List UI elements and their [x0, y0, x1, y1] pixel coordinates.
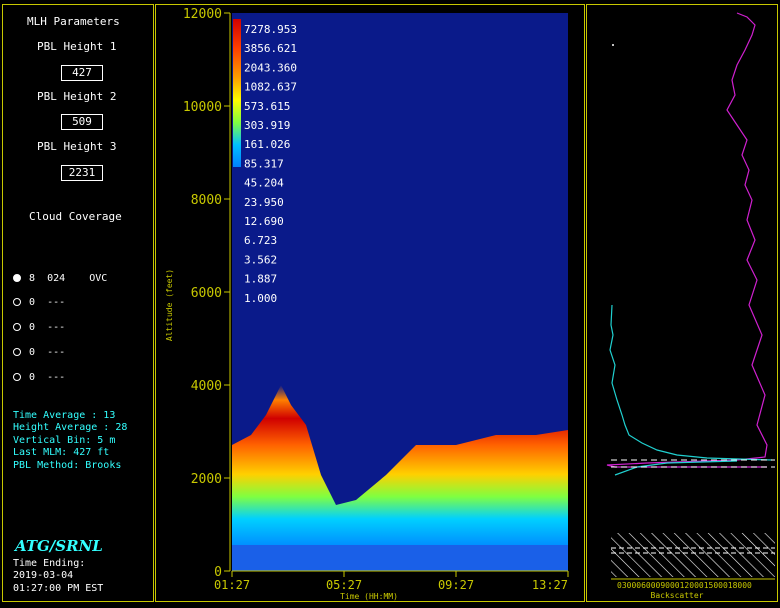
pbl-height-3-value: 2231 — [61, 165, 103, 181]
colorbar-label: 45.204 — [244, 177, 284, 190]
height-average: Height Average : 28 — [13, 422, 128, 433]
parameters-panel: MLH Parameters PBL Height 1 427 PBL Heig… — [2, 4, 154, 602]
panel-title: MLH Parameters — [27, 15, 120, 28]
colorbar-label: 573.615 — [244, 100, 290, 113]
colorbar-label: 3856.621 — [244, 42, 297, 55]
cloud-layer-filled-icon — [13, 274, 21, 282]
x-tick-label: 09:27 — [438, 578, 474, 592]
near-ground-band — [232, 545, 568, 571]
last-mlm: Last MLM: 427 ft — [13, 447, 110, 458]
x-tick-label: 05:27 — [326, 578, 362, 592]
near-ground-hatch — [611, 533, 775, 577]
y-tick-label: 4000 — [191, 379, 222, 394]
y-tick-label: 8000 — [191, 193, 222, 208]
time-ending-date: 2019-03-04 — [13, 570, 74, 581]
heatmap-plot — [232, 13, 568, 571]
colorbar-label: 1.000 — [244, 292, 277, 305]
pbl-height-2-label: PBL Height 2 — [37, 90, 117, 103]
colorbar-label: 1082.637 — [244, 81, 297, 94]
x-axis-label: Time (HH:MM) — [340, 592, 398, 601]
cloud-row: 0 --- — [13, 347, 65, 358]
colorbar-label: 2043.360 — [244, 61, 297, 74]
cloud-layer-empty-icon — [13, 298, 21, 306]
profile-point — [612, 44, 614, 46]
backscatter-profile-panel: 0300060009000120001500018000 Backscatter — [586, 4, 778, 602]
colorbar-label: 161.026 — [244, 138, 290, 151]
time-ending-label: Time Ending: — [13, 558, 86, 569]
cloud-row: 0 --- — [13, 372, 65, 383]
cloud-layer-empty-icon — [13, 323, 21, 331]
colorbar-label: 85.317 — [244, 157, 284, 170]
profile-x-axis-label: Backscatter — [651, 591, 704, 600]
x-axis: 01:27 05:27 09:27 13:27 — [214, 570, 569, 592]
cloud-layer-empty-icon — [13, 373, 21, 381]
profile-x-tick-labels: 0300060009000120001500018000 — [617, 581, 752, 590]
y-axis: 020004000600080001000012000 — [183, 7, 231, 580]
cloud-row: 0 --- — [13, 297, 65, 308]
time-average: Time Average : 13 — [13, 410, 116, 421]
heatmap-chart: 7278.953 3856.621 2043.360 1082.637 573.615 3… — [165, 7, 569, 601]
colorbar-label: 3.562 — [244, 253, 277, 266]
brand-logo: ATG/SRNL — [15, 537, 103, 555]
cloud-layer-empty-icon — [13, 348, 21, 356]
y-axis-label: Altitude (feet) — [165, 269, 174, 341]
x-tick-label: 13:27 — [532, 578, 568, 592]
cloud-row: 0 --- — [13, 322, 65, 333]
colorbar-label: 6.723 — [244, 234, 277, 247]
y-tick-label: 12000 — [183, 7, 222, 22]
vertical-bin: Vertical Bin: 5 m — [13, 435, 116, 446]
pbl-height-1-label: PBL Height 1 — [37, 40, 117, 53]
colorbar-label: 23.950 — [244, 196, 284, 209]
pbl-height-2-value: 509 — [61, 114, 103, 130]
profile-chart: 0300060009000120001500018000 Backscatter — [606, 12, 775, 600]
colorbar-label: 7278.953 — [244, 23, 297, 36]
backscatter-heatmap-panel: 7278.953 3856.621 2043.360 1082.637 573.615 3… — [155, 4, 585, 602]
y-tick-label: 2000 — [191, 472, 222, 487]
y-tick-label: 10000 — [183, 100, 222, 115]
colorbar-label: 12.690 — [244, 215, 284, 228]
pbl-method: PBL Method: Brooks — [13, 460, 122, 471]
colorbar-label: 303.919 — [244, 119, 290, 132]
pbl-height-3-label: PBL Height 3 — [37, 140, 117, 153]
y-tick-label: 6000 — [191, 286, 222, 301]
x-tick-label: 01:27 — [214, 578, 250, 592]
colorbar-label: 1.887 — [244, 273, 277, 286]
pbl-height-1-value: 427 — [61, 65, 103, 81]
time-ending-time: 01:27:00 PM EST — [13, 583, 104, 594]
colorbar-gradient — [233, 19, 241, 167]
cloud-row: 8 024 OVC — [13, 273, 107, 284]
profile-cyan-line — [609, 304, 773, 476]
cloud-coverage-title: Cloud Coverage — [29, 210, 122, 223]
profile-magenta-line — [606, 12, 768, 468]
